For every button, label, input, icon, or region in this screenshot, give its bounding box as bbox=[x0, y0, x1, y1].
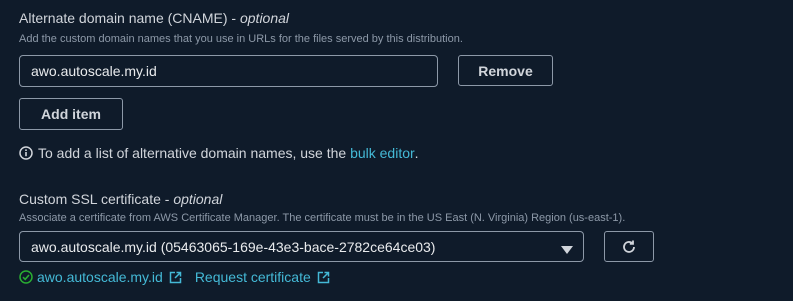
request-certificate-link[interactable]: Request certificate bbox=[195, 269, 311, 285]
info-icon bbox=[19, 146, 33, 160]
ssl-description: Associate a certificate from AWS Certifi… bbox=[19, 212, 626, 224]
info-row: To add a list of alternative domain name… bbox=[19, 145, 419, 161]
cname-label: Alternate domain name (CNAME) - optional bbox=[19, 10, 290, 26]
check-circle-icon bbox=[19, 270, 33, 284]
refresh-icon bbox=[621, 239, 637, 255]
cname-description: Add the custom domain names that you use… bbox=[19, 33, 463, 45]
bulk-editor-link[interactable]: bulk editor bbox=[350, 145, 415, 161]
remove-button[interactable]: Remove bbox=[458, 55, 553, 86]
certificate-link[interactable]: awo.autoscale.my.id bbox=[37, 269, 163, 285]
ssl-label: Custom SSL certificate - optional bbox=[19, 191, 223, 207]
external-link-icon[interactable] bbox=[169, 271, 182, 284]
info-text-end: . bbox=[414, 145, 419, 161]
cname-input[interactable]: awo.autoscale.my.id bbox=[19, 55, 438, 87]
certificate-status-row: awo.autoscale.my.id Request certificate bbox=[19, 269, 330, 285]
ssl-certificate-select[interactable]: awo.autoscale.my.id (05463065-169e-43e3-… bbox=[19, 231, 584, 262]
cname-label-text: Alternate domain name (CNAME) bbox=[19, 10, 228, 26]
ssl-optional: optional bbox=[173, 191, 223, 207]
dropdown-caret-icon bbox=[561, 242, 573, 258]
cname-optional: optional bbox=[239, 10, 290, 26]
external-link-icon[interactable] bbox=[317, 271, 330, 284]
refresh-button[interactable] bbox=[604, 231, 654, 262]
ssl-label-text: Custom SSL certificate bbox=[19, 191, 161, 207]
add-item-button[interactable]: Add item bbox=[19, 98, 123, 130]
ssl-selected-value: awo.autoscale.my.id (05463065-169e-43e3-… bbox=[31, 238, 436, 255]
info-text: To add a list of alternative domain name… bbox=[38, 145, 351, 161]
